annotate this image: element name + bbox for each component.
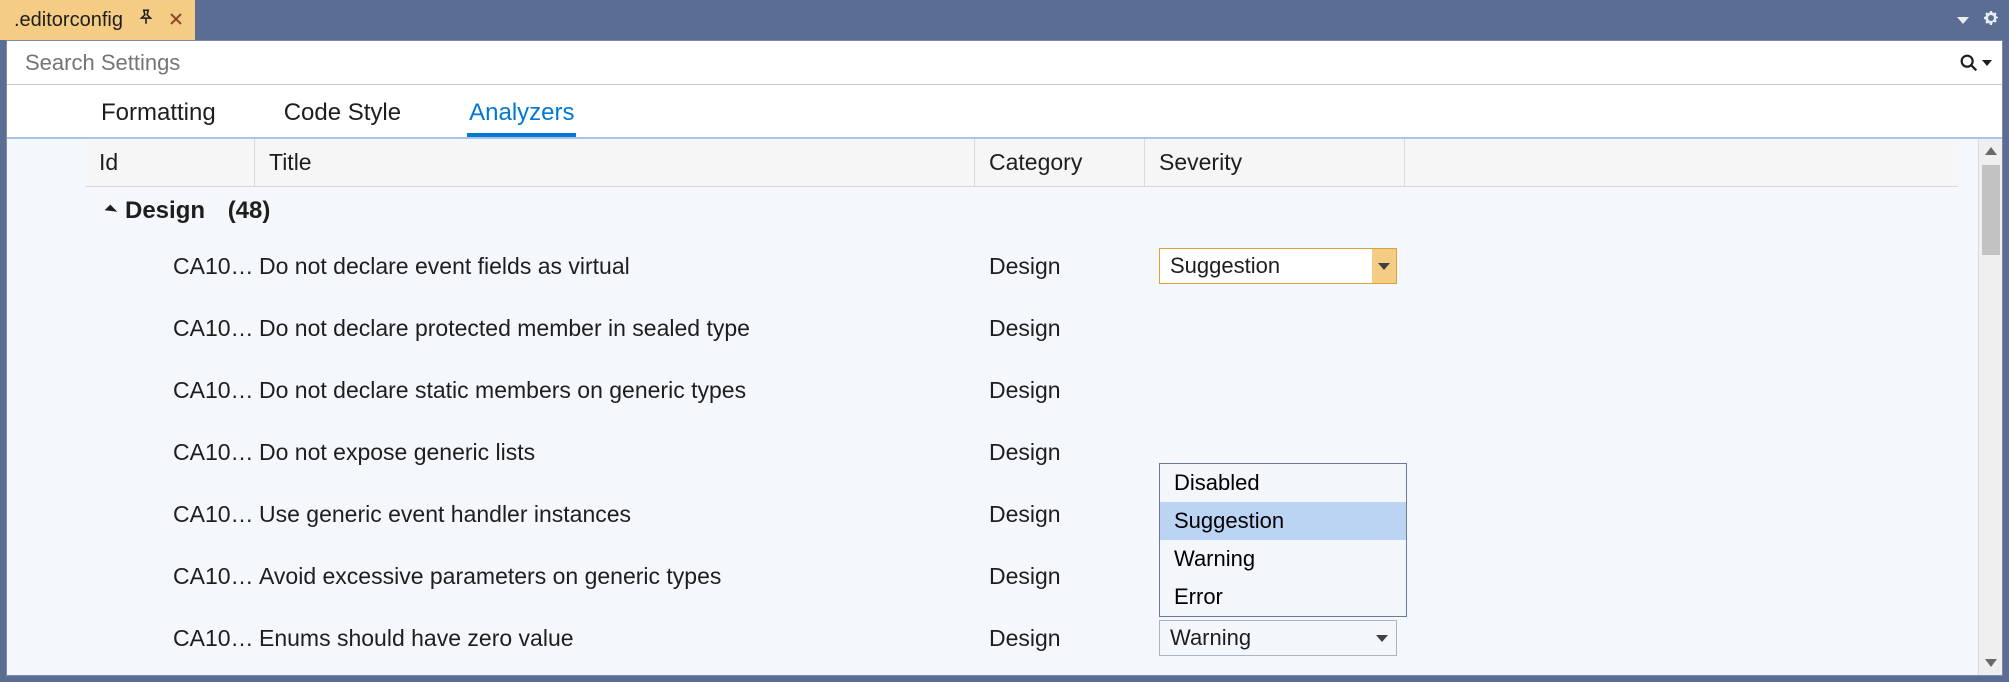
cell-title: Do not declare protected member in seale…: [255, 315, 975, 342]
document-tab-label: .editorconfig: [14, 9, 123, 32]
column-header-id[interactable]: Id: [85, 139, 255, 186]
cell-category: Design: [975, 501, 1145, 528]
cell-category: Design: [975, 315, 1145, 342]
combobox-caret-icon: [1372, 249, 1396, 283]
vertical-scrollbar[interactable]: [1978, 139, 2002, 675]
severity-option-disabled[interactable]: Disabled: [1160, 464, 1406, 502]
editor-panel: Formatting Code Style Analyzers Id Title…: [6, 40, 2003, 676]
scrollbar-track[interactable]: [1979, 163, 2002, 651]
cell-id: CA10…: [85, 439, 255, 466]
titlebar: .editorconfig: [0, 0, 2009, 40]
cell-severity: Warning: [1145, 620, 1405, 656]
column-label: Id: [99, 149, 118, 176]
severity-dropdown-popup: Disabled Suggestion Warning Error: [1159, 463, 1407, 617]
tab-label: Formatting: [101, 99, 216, 126]
severity-value: Warning: [1170, 625, 1251, 651]
scroll-down-button[interactable]: [1979, 651, 2002, 675]
cell-category: Design: [975, 625, 1145, 652]
analyzer-grid: Id Title Category Severity Design (48) C…: [7, 139, 1978, 675]
search-bar: [7, 41, 2002, 85]
option-label: Suggestion: [1174, 508, 1284, 533]
gear-icon[interactable]: [1983, 10, 1999, 31]
tab-code-style[interactable]: Code Style: [270, 93, 415, 135]
group-name: Design: [125, 197, 205, 225]
tab-analyzers[interactable]: Analyzers: [455, 93, 588, 135]
severity-combobox[interactable]: Warning: [1159, 620, 1397, 656]
document-tab[interactable]: .editorconfig: [0, 0, 195, 40]
cell-id: CA10…: [85, 377, 255, 404]
column-header-title[interactable]: Title: [255, 139, 975, 186]
cell-category: Design: [975, 253, 1145, 280]
table-row[interactable]: CA10…Avoid excessive parameters on gener…: [85, 545, 1978, 607]
column-header-category[interactable]: Category: [975, 139, 1145, 186]
cell-id: CA10…: [85, 563, 255, 590]
severity-value: Suggestion: [1170, 253, 1280, 279]
table-row[interactable]: CA10…Do not declare static members on ge…: [85, 359, 1978, 421]
severity-option-warning[interactable]: Warning: [1160, 540, 1406, 578]
search-options-caret-icon[interactable]: [1982, 60, 1992, 66]
column-label: Severity: [1159, 149, 1242, 176]
tab-label: Analyzers: [469, 99, 574, 126]
tab-formatting[interactable]: Formatting: [87, 93, 230, 135]
window-menu-caret-icon[interactable]: [1957, 17, 1969, 24]
pin-icon[interactable]: [137, 8, 155, 32]
severity-combobox[interactable]: Suggestion: [1159, 248, 1397, 284]
cell-title: Do not expose generic lists: [255, 439, 975, 466]
cell-title: Do not declare event fields as virtual: [255, 253, 975, 280]
scroll-up-button[interactable]: [1979, 139, 2002, 163]
cell-id: CA10…: [85, 501, 255, 528]
table-row[interactable]: CA10…Use generic event handler instances…: [85, 483, 1978, 545]
cell-title: Do not declare static members on generic…: [255, 377, 975, 404]
search-input[interactable]: [25, 50, 1958, 76]
cell-severity: Suggestion: [1145, 248, 1405, 284]
group-count: (48): [228, 197, 271, 225]
search-button[interactable]: [1958, 52, 1992, 74]
cell-id: CA10…: [85, 625, 255, 652]
column-header-empty: [1405, 139, 1958, 186]
column-label: Category: [989, 149, 1082, 176]
column-label: Title: [269, 149, 312, 176]
expand-icon: [105, 205, 118, 218]
cell-title: Enums should have zero value: [255, 625, 975, 652]
cell-category: Design: [975, 439, 1145, 466]
option-label: Error: [1174, 584, 1223, 609]
chevron-up-icon: [1985, 147, 1997, 155]
close-icon[interactable]: [169, 9, 183, 32]
tab-label: Code Style: [284, 99, 401, 126]
group-header-design[interactable]: Design (48): [7, 187, 1978, 235]
table-row[interactable]: CA10…Enums should have zero valueDesign W…: [85, 607, 1978, 669]
table-row[interactable]: CA10…Do not expose generic listsDesign: [85, 421, 1978, 483]
cell-title: Avoid excessive parameters on generic ty…: [255, 563, 975, 590]
settings-tabs: Formatting Code Style Analyzers: [7, 85, 2002, 139]
cell-category: Design: [975, 563, 1145, 590]
grid-header: Id Title Category Severity: [85, 139, 1958, 187]
cell-id: CA10…: [85, 253, 255, 280]
option-label: Disabled: [1174, 470, 1260, 495]
cell-category: Design: [975, 377, 1145, 404]
scrollbar-thumb[interactable]: [1982, 165, 2000, 255]
cell-title: Use generic event handler instances: [255, 501, 975, 528]
table-row[interactable]: CA10…Do not declare event fields as virt…: [85, 235, 1978, 297]
table-row[interactable]: CA10…Do not declare protected member in …: [85, 297, 1978, 359]
combobox-caret-icon: [1376, 635, 1388, 642]
cell-id: CA10…: [85, 315, 255, 342]
option-label: Warning: [1174, 546, 1255, 571]
severity-option-suggestion[interactable]: Suggestion: [1160, 502, 1406, 540]
severity-option-error[interactable]: Error: [1160, 578, 1406, 616]
column-header-severity[interactable]: Severity: [1145, 139, 1405, 186]
chevron-down-icon: [1985, 659, 1997, 667]
